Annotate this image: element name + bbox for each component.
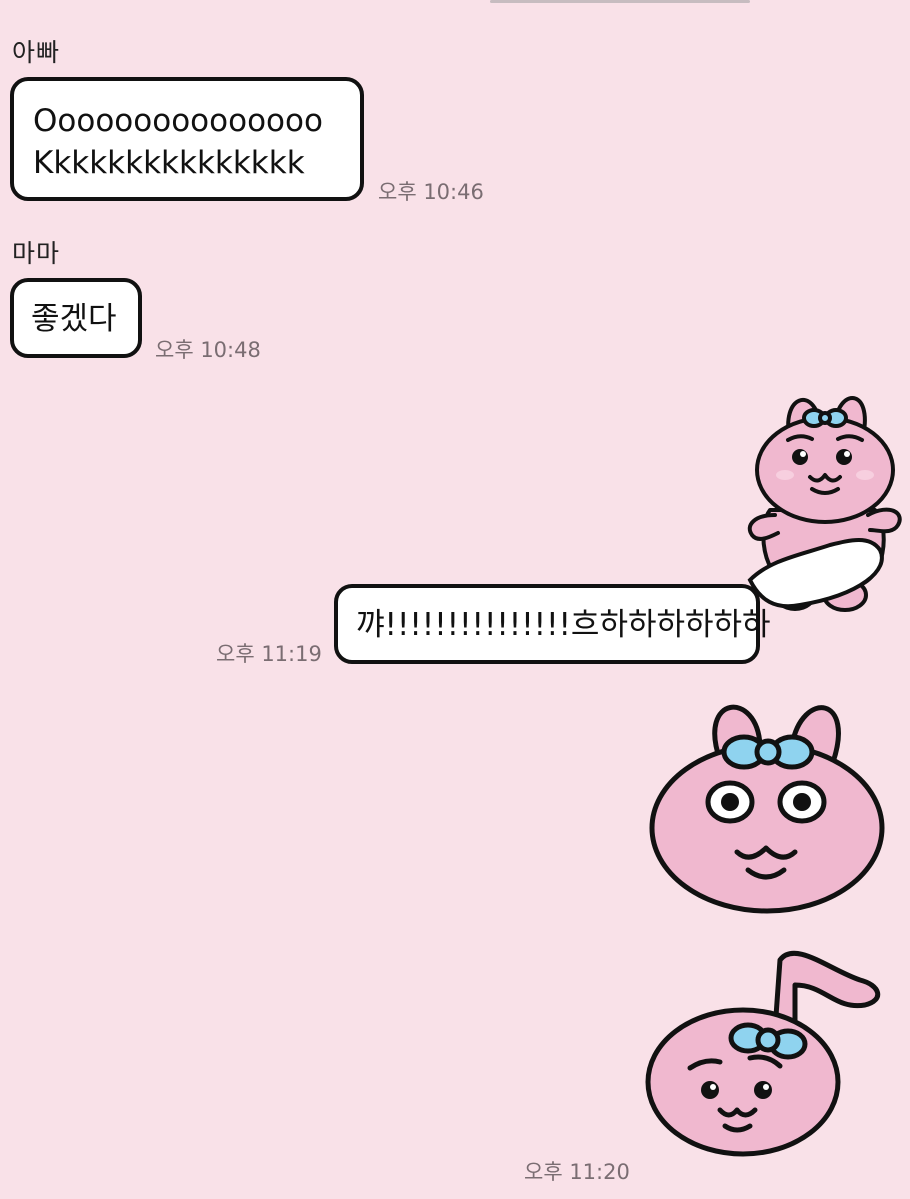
message-timestamp: 오후 11:20 <box>524 1160 630 1184</box>
message-timestamp: 오후 10:46 <box>378 180 484 204</box>
pink-bunny-waving-sticker[interactable] <box>740 385 910 620</box>
message-text-line: Ooooooooooooooo <box>33 103 323 139</box>
message-timestamp: 오후 10:48 <box>155 338 261 362</box>
sender-name: 아빠 <box>12 38 61 67</box>
pink-bunny-surprised-face-sticker[interactable] <box>642 690 887 915</box>
message-text-line: Kkkkkkkkkkkkkkk <box>33 145 305 181</box>
message-bubble-dad[interactable]: Ooooooooooooooo Kkkkkkkkkkkkkkk <box>10 77 364 201</box>
message-bubble-outgoing[interactable]: 꺄!!!!!!!!!!!!!!!흐하하하하하하 <box>334 584 771 664</box>
message-bubble-mama[interactable]: 좋겠다 <box>10 278 142 358</box>
message-text-line: 꺄!!!!!!!!!!!!!!!흐하하하하하하 <box>356 607 771 643</box>
sender-name: 마마 <box>12 239 61 268</box>
message-text-line: 좋겠다 <box>31 301 117 337</box>
message-timestamp: 오후 11:19 <box>216 642 322 666</box>
top-divider <box>490 0 750 3</box>
pink-bunny-music-note-sticker[interactable] <box>645 940 885 1160</box>
